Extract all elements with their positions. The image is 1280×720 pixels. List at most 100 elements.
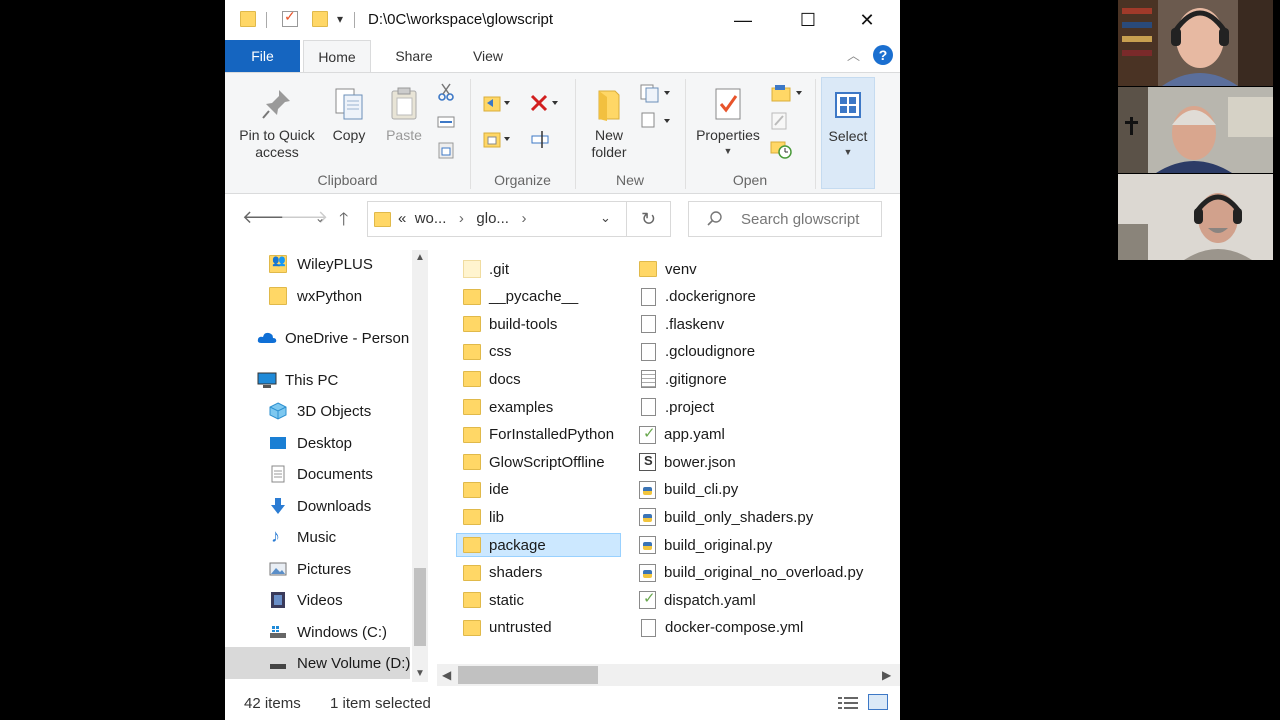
help-button[interactable]: ? bbox=[873, 45, 893, 65]
nav-item-this-pc[interactable]: This PC bbox=[257, 365, 338, 395]
history-icon[interactable] bbox=[770, 139, 792, 159]
file-item[interactable]: .gcloudignore bbox=[639, 339, 755, 365]
scroll-down-icon[interactable]: ▼ bbox=[415, 668, 425, 679]
address-dropdown-icon[interactable]: ⌄ bbox=[600, 210, 611, 226]
file-item[interactable]: .dockerignore bbox=[639, 284, 756, 310]
details-view-icon[interactable] bbox=[837, 695, 859, 715]
collapse-ribbon-icon[interactable]: ︿ bbox=[847, 45, 860, 64]
file-item[interactable]: dispatch.yaml bbox=[639, 587, 756, 613]
folder-item[interactable]: .git bbox=[463, 256, 509, 282]
file-name: .git bbox=[489, 260, 510, 278]
new-folder-button[interactable]: New folder bbox=[583, 87, 635, 161]
copy-button[interactable]: Copy bbox=[325, 87, 373, 144]
new-folder-qat-icon[interactable] bbox=[312, 11, 328, 27]
scroll-up-icon[interactable]: ▲ bbox=[415, 252, 425, 263]
edit-icon[interactable] bbox=[770, 111, 788, 130]
tab-view[interactable]: View bbox=[461, 40, 515, 72]
folder-item[interactable]: lib bbox=[463, 504, 504, 530]
folder-item[interactable]: docs bbox=[463, 366, 521, 392]
file-item[interactable]: build_original_no_overload.py bbox=[639, 560, 863, 586]
breadcrumb-glowscript[interactable]: glo... bbox=[476, 210, 509, 227]
breadcrumb-overflow[interactable]: « bbox=[398, 210, 406, 227]
file-item[interactable]: .project bbox=[639, 394, 714, 420]
search-box[interactable]: Search glowscript bbox=[688, 201, 882, 237]
nav-item-new-volume-d[interactable]: New Volume (D:) bbox=[269, 648, 410, 678]
copy-to-icon[interactable] bbox=[483, 129, 511, 148]
folder-item[interactable]: build-tools bbox=[463, 311, 557, 337]
move-to-icon[interactable] bbox=[483, 93, 511, 112]
nav-item-wxpython[interactable]: wxPython bbox=[269, 281, 362, 311]
tab-file[interactable]: File bbox=[225, 40, 300, 72]
rename-icon[interactable] bbox=[530, 129, 552, 148]
folder-icon bbox=[463, 426, 481, 443]
large-icons-view-icon[interactable] bbox=[868, 694, 888, 710]
pin-to-quick-access-button[interactable]: Pin to Quick access bbox=[233, 87, 321, 161]
folder-item[interactable]: venv bbox=[639, 256, 697, 282]
folder-item[interactable]: ide bbox=[463, 477, 509, 503]
cut-icon[interactable] bbox=[437, 83, 455, 101]
search-input[interactable]: Search glowscript bbox=[741, 211, 859, 228]
python-file-icon bbox=[639, 480, 656, 499]
minimize-button[interactable]: — bbox=[720, 0, 766, 40]
file-item[interactable]: build_original.py bbox=[639, 532, 772, 558]
breadcrumb-separator-icon[interactable]: › bbox=[521, 210, 526, 227]
tab-home[interactable]: Home bbox=[303, 40, 371, 72]
file-item[interactable]: bower.json bbox=[639, 449, 736, 475]
file-item[interactable]: .flaskenv bbox=[639, 311, 724, 337]
nav-item-onedrive[interactable]: OneDrive - Person bbox=[257, 323, 409, 353]
delete-icon[interactable] bbox=[530, 93, 560, 112]
properties-qat-icon[interactable]: ✓ bbox=[282, 8, 298, 27]
file-item[interactable]: docker-compose.yml bbox=[639, 615, 803, 641]
scroll-left-icon[interactable]: ◀ bbox=[442, 668, 451, 682]
nav-item-music[interactable]: ♪ Music bbox=[269, 522, 336, 552]
breadcrumb-separator-icon[interactable]: › bbox=[459, 210, 464, 227]
file-name: dispatch.yaml bbox=[664, 591, 756, 609]
nav-scrollbar-thumb[interactable] bbox=[414, 568, 426, 646]
folder-item[interactable]: static bbox=[463, 587, 524, 613]
copy-path-icon[interactable] bbox=[437, 113, 455, 131]
paste-button[interactable]: Paste bbox=[380, 87, 428, 144]
nav-item-wileyplus[interactable]: 👥 WileyPLUS bbox=[269, 249, 373, 279]
easy-access-icon[interactable] bbox=[639, 111, 673, 129]
breadcrumb-workspace[interactable]: wo... bbox=[415, 210, 447, 227]
nav-item-label: WileyPLUS bbox=[297, 255, 373, 273]
paste-shortcut-icon[interactable] bbox=[437, 141, 455, 159]
folder-item[interactable]: ForInstalledPython bbox=[463, 422, 614, 448]
folder-icon bbox=[463, 481, 481, 498]
scroll-right-icon[interactable]: ▶ bbox=[882, 668, 891, 682]
refresh-button[interactable]: ↻ bbox=[627, 201, 671, 237]
file-item[interactable]: build_only_shaders.py bbox=[639, 504, 813, 530]
customize-qat-icon[interactable]: ▾ bbox=[337, 12, 343, 26]
folder-item[interactable]: package bbox=[463, 532, 546, 558]
folder-item[interactable]: examples bbox=[463, 394, 553, 420]
close-button[interactable]: ✕ bbox=[844, 0, 890, 40]
folder-item[interactable]: GlowScriptOffline bbox=[463, 449, 605, 475]
folder-item[interactable]: shaders bbox=[463, 560, 542, 586]
open-icon[interactable] bbox=[770, 83, 806, 102]
address-bar[interactable]: « wo... › glo... › ⌄ bbox=[367, 201, 627, 237]
nav-item-downloads[interactable]: Downloads bbox=[269, 491, 371, 521]
folder-item[interactable]: css bbox=[463, 339, 512, 365]
tab-share[interactable]: Share bbox=[385, 40, 443, 72]
select-button[interactable]: Select ▼ bbox=[821, 77, 875, 189]
file-item[interactable]: .gitignore bbox=[639, 366, 727, 392]
nav-item-desktop[interactable]: Desktop bbox=[269, 428, 352, 458]
new-item-icon[interactable] bbox=[639, 83, 673, 103]
properties-button[interactable]: Properties ▼ bbox=[691, 87, 765, 156]
up-button[interactable]: 🡑 bbox=[339, 207, 348, 237]
folder-item[interactable]: untrusted bbox=[463, 615, 552, 641]
paste-icon bbox=[388, 87, 420, 121]
file-name: lib bbox=[489, 508, 505, 526]
maximize-button[interactable]: ☐ bbox=[785, 0, 831, 40]
horizontal-scrollbar-thumb[interactable] bbox=[458, 666, 598, 684]
nav-item-3d-objects[interactable]: 3D Objects bbox=[269, 396, 371, 426]
file-item[interactable]: app.yaml bbox=[639, 422, 725, 448]
file-item[interactable]: build_cli.py bbox=[639, 477, 738, 503]
nav-item-documents[interactable]: Documents bbox=[269, 459, 373, 489]
nav-item-pictures[interactable]: Pictures bbox=[269, 554, 351, 584]
recent-locations-button[interactable]: ⌄ bbox=[315, 211, 325, 225]
nav-item-videos[interactable]: Videos bbox=[269, 585, 343, 615]
new-folder-label: New folder bbox=[591, 127, 627, 160]
nav-item-windows-c[interactable]: Windows (C:) bbox=[269, 617, 387, 647]
folder-item[interactable]: __pycache__ bbox=[463, 284, 578, 310]
